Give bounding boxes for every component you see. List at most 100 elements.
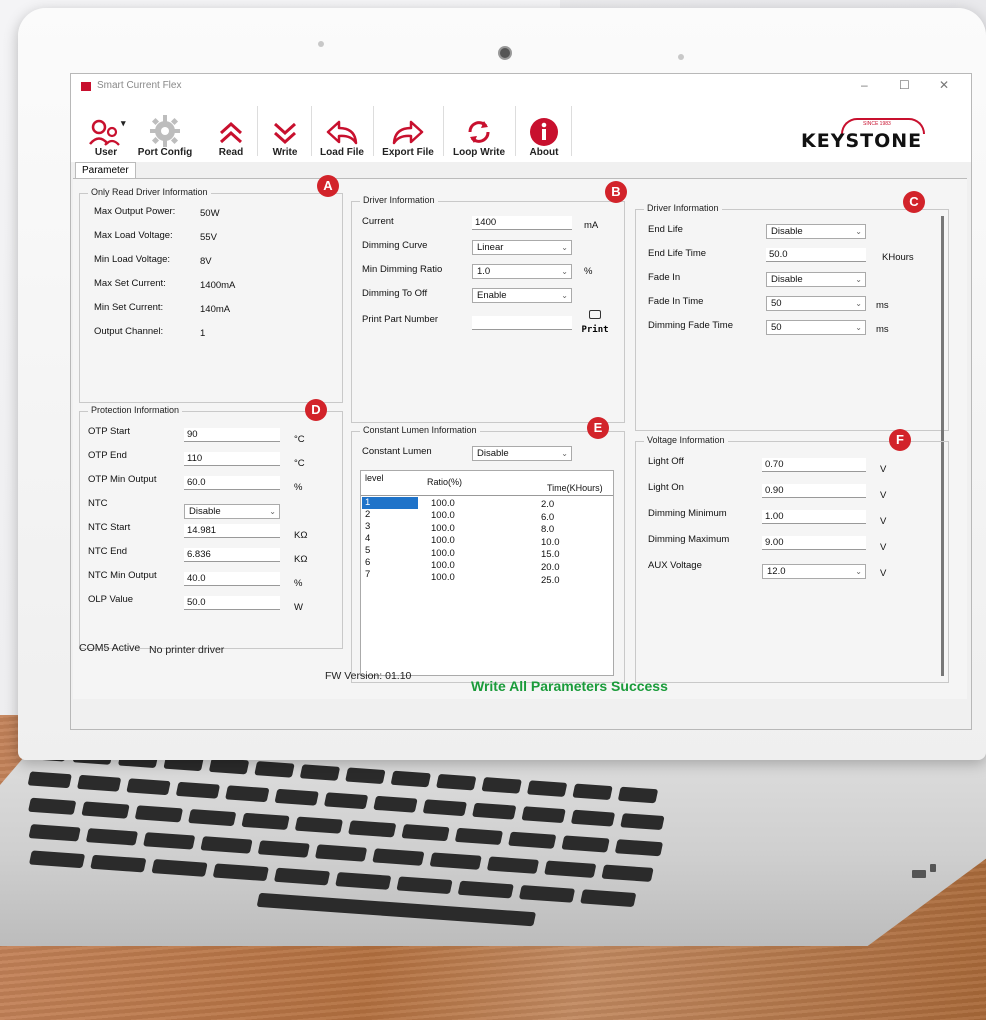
table-row[interactable]: 5 100.0 15.0 (361, 545, 613, 560)
port-status: COM5 Active (79, 642, 141, 654)
read-button[interactable]: Read (211, 100, 251, 162)
keyboard-key (134, 805, 184, 823)
voltage-row-label: Dimming Minimum (648, 508, 727, 519)
user-button[interactable]: User ▾ (81, 100, 131, 162)
keyboard-key (620, 813, 665, 831)
table-row[interactable]: 3 100.0 8.0 (361, 521, 613, 535)
only-read-title: Only Read Driver Information (88, 187, 211, 197)
protection-row-input[interactable]: 14.981 (184, 524, 280, 538)
fade-in-time-select[interactable]: 50 ⌄ (766, 296, 866, 311)
keyboard-key (294, 816, 344, 834)
protection-row-input[interactable]: 6.836 (184, 548, 280, 562)
protection-row-input[interactable]: 60.0 (184, 476, 280, 490)
voltage-row-label: Dimming Maximum (648, 534, 730, 545)
maximize-button[interactable]: ☐ (899, 78, 910, 92)
voltage-row-input[interactable]: 9.00 (762, 536, 866, 550)
level-cell: 1 (365, 497, 371, 508)
keyboard-key (580, 889, 637, 908)
dimming-fade-time-select[interactable]: 50 ⌄ (766, 320, 866, 335)
min-dimming-ratio-select[interactable]: 1.0 ⌄ (472, 264, 572, 279)
protection-row-select[interactable]: Disable ⌄ (184, 504, 280, 519)
protection-row-input[interactable]: 50.0 (184, 596, 280, 610)
protection-title: Protection Information (88, 405, 183, 415)
close-button[interactable]: ✕ (939, 78, 949, 92)
chevron-down-icon: ⌄ (855, 567, 862, 576)
dimming-curve-value: Linear (477, 242, 504, 253)
min-load-voltage-label: Min Load Voltage: (94, 254, 171, 265)
usb-port (912, 870, 926, 878)
keyboard-key (175, 781, 221, 799)
port-config-button[interactable]: Port Config (135, 100, 195, 162)
voltage-row-input[interactable]: 0.70 (762, 458, 866, 472)
voltage-row-value: 12.0 (767, 566, 786, 577)
current-input[interactable]: 1400 (472, 216, 572, 230)
printer-icon (589, 310, 601, 319)
keyboard-key (561, 835, 610, 853)
keyboard-key (481, 777, 522, 794)
protection-row-input[interactable]: 110 (184, 452, 280, 466)
end-life-time-input[interactable]: 50.0 (766, 248, 866, 262)
constant-lumen-select[interactable]: Disable ⌄ (472, 446, 572, 461)
laptop-lid: Smart Current Flex – ☐ ✕ User ▾ Port Con… (18, 8, 986, 760)
keyboard-key (373, 795, 418, 813)
dimming-curve-select[interactable]: Linear ⌄ (472, 240, 572, 255)
voltage-row-select[interactable]: 12.0 ⌄ (762, 564, 866, 579)
time-header: Time(KHours) (547, 483, 603, 493)
title-bar: Smart Current Flex – ☐ ✕ (71, 74, 971, 100)
table-row[interactable]: 6 100.0 20.0 (361, 557, 613, 573)
voltage-row-input[interactable]: 0.90 (762, 484, 866, 498)
table-row[interactable]: 7 100.0 25.0 (361, 569, 613, 586)
level-cell: 4 (365, 533, 371, 544)
keyboard-key (273, 867, 331, 886)
keyboard-key (435, 773, 477, 791)
tab-parameter[interactable]: Parameter (75, 162, 136, 178)
max-output-power-value: 50W (200, 208, 220, 219)
fade-in-label: Fade In (648, 272, 681, 283)
keyboard-key (254, 761, 295, 778)
keyboard-key (27, 771, 72, 789)
keyboard-key (526, 780, 568, 797)
chevron-down-icon: ⌄ (269, 507, 276, 516)
keyboard-key (390, 770, 432, 788)
end-life-select[interactable]: Disable ⌄ (766, 224, 866, 239)
minimize-button[interactable]: – (861, 78, 868, 92)
table-row[interactable]: 4 100.0 10.0 (361, 533, 613, 548)
sensor-dot (318, 41, 324, 47)
print-button[interactable]: Print (580, 310, 610, 338)
keyboard-key (335, 872, 392, 890)
print-part-number-input[interactable] (472, 316, 572, 330)
export-file-label: Export File (382, 147, 434, 158)
chevron-down-icon: ▾ (121, 118, 126, 128)
loop-write-button[interactable]: Loop Write (447, 100, 511, 162)
driver-information-title-2: Driver Information (644, 203, 722, 213)
about-label: About (529, 147, 559, 158)
dimming-to-off-value: Enable (477, 290, 507, 301)
load-file-button[interactable]: Load File (315, 100, 369, 162)
app-window: Smart Current Flex – ☐ ✕ User ▾ Port Con… (70, 73, 972, 730)
about-button[interactable]: About (521, 100, 567, 162)
min-set-current-label: Min Set Current: (94, 302, 164, 313)
protection-row-unit: °C (294, 434, 305, 445)
protection-row-input[interactable]: 90 (184, 428, 280, 442)
protection-row-unit: °C (294, 458, 305, 469)
export-file-button[interactable]: Export File (377, 100, 439, 162)
write-button[interactable]: Write (265, 100, 305, 162)
badge-f: F (889, 429, 911, 451)
protection-row-label: NTC End (88, 546, 128, 557)
double-chevron-up-icon (219, 121, 243, 144)
constant-lumen-table: level Ratio(%) Time(KHours) 1 100.0 2.0 2 10… (360, 470, 614, 676)
only-read-group: Only Read Driver Information Max Output … (79, 187, 343, 403)
table-row[interactable]: 2 100.0 6.0 (361, 509, 613, 523)
constant-lumen-label: Constant Lumen (362, 446, 432, 457)
table-row[interactable]: 1 100.0 2.0 (361, 497, 613, 510)
output-channel-value: 1 (200, 328, 206, 339)
dimming-to-off-select[interactable]: Enable ⌄ (472, 288, 572, 303)
dimming-curve-label: Dimming Curve (362, 240, 428, 251)
protection-row-input[interactable]: 40.0 (184, 572, 280, 586)
dimming-to-off-label: Dimming To Off (362, 288, 428, 299)
fade-in-select[interactable]: Disable ⌄ (766, 272, 866, 287)
voltage-row-input[interactable]: 1.00 (762, 510, 866, 524)
dimming-fade-time-value: 50 (771, 322, 782, 333)
fade-in-time-unit: ms (876, 300, 889, 311)
keyboard-key (521, 806, 566, 824)
